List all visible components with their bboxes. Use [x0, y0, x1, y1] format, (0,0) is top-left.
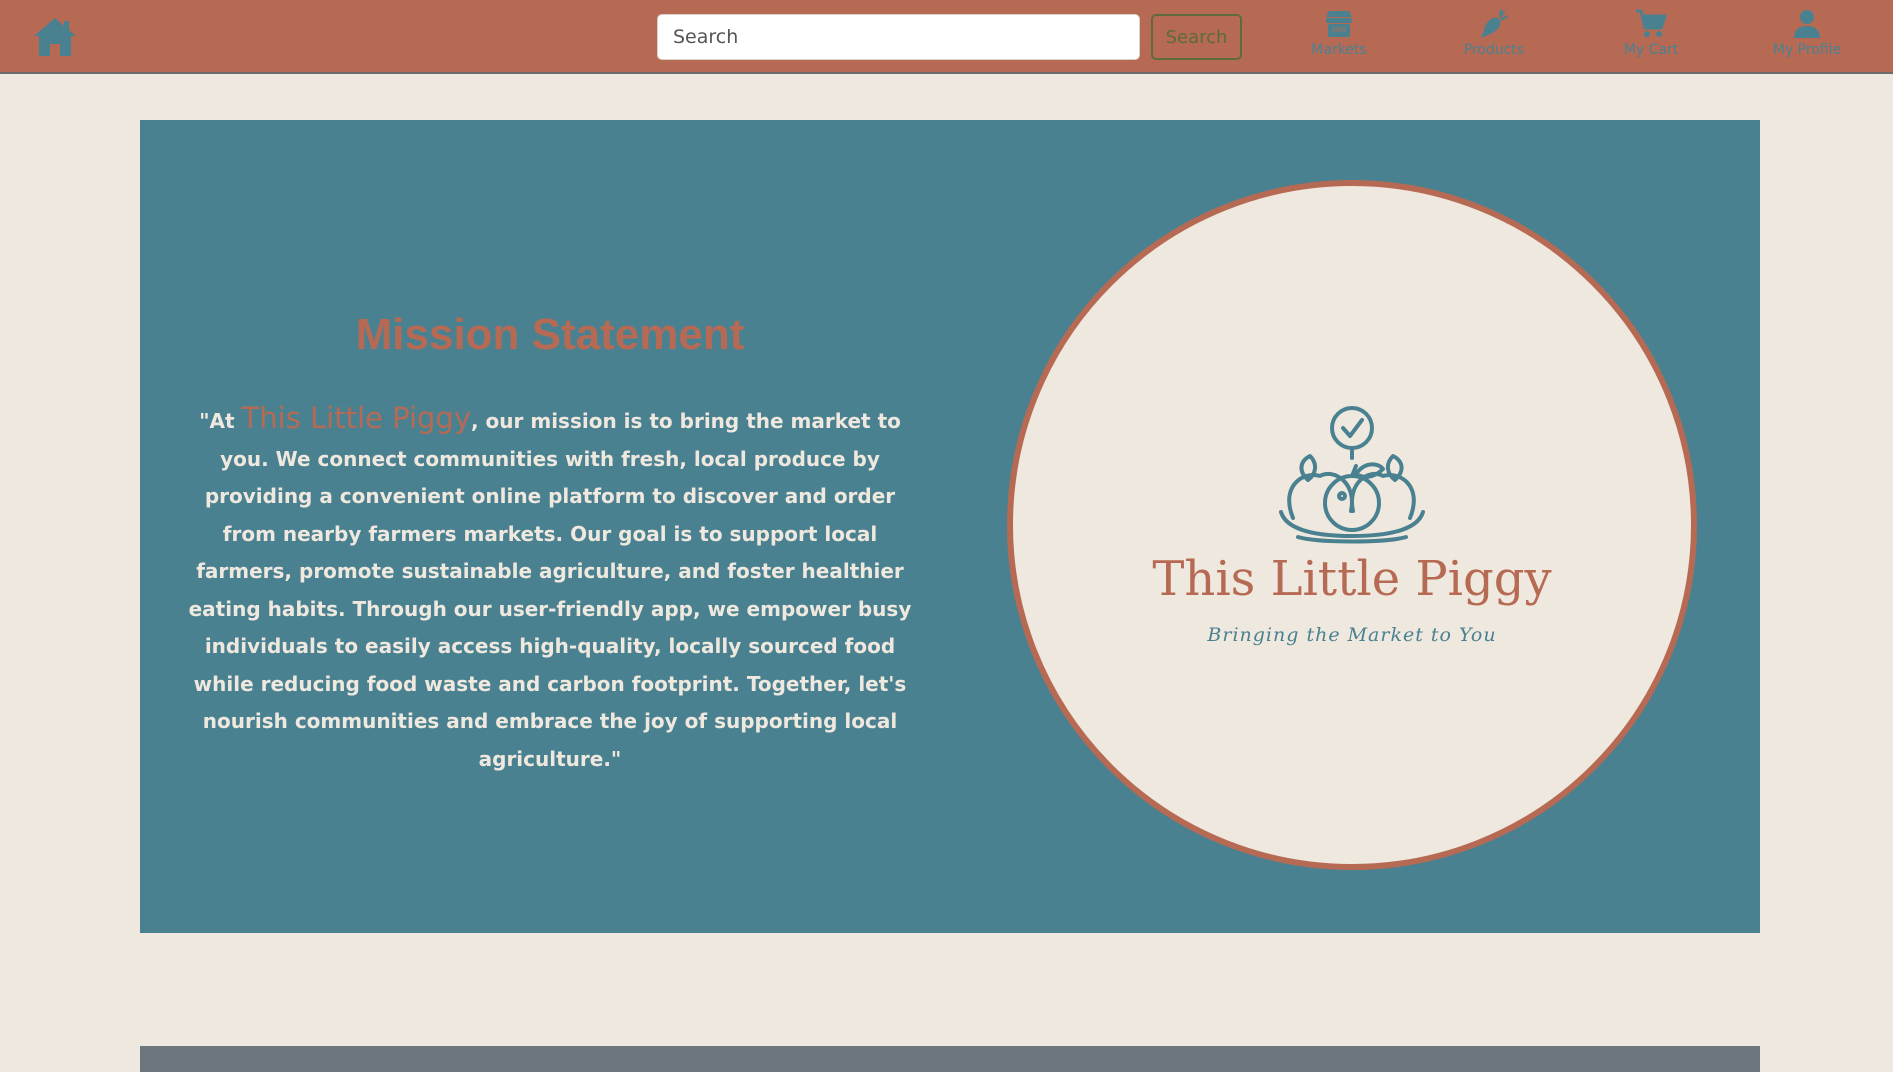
footer-strip	[140, 1046, 1760, 1072]
mission-quote-open: "At	[199, 409, 242, 433]
nav-markets[interactable]: Markets	[1289, 8, 1389, 66]
mission-body: , our mission is to bring the market to …	[188, 409, 912, 771]
nav-cart[interactable]: My Cart	[1601, 8, 1701, 66]
nav-profile-label: My Profile	[1772, 42, 1842, 58]
nav-markets-label: Markets	[1311, 42, 1367, 58]
fruit-basket-icon	[1279, 406, 1425, 544]
carrot-icon	[1481, 9, 1508, 38]
cart-icon	[1636, 9, 1667, 37]
nav-profile[interactable]: My Profile	[1757, 8, 1857, 66]
logo-circle: This Little Piggy Bringing the Market to…	[1007, 180, 1697, 870]
home-icon[interactable]	[32, 14, 78, 60]
logo-name: This Little Piggy	[1152, 551, 1551, 607]
top-navbar: Search Markets Products My Cart	[0, 0, 1893, 74]
mission-section: Mission Statement "At This Little Piggy,…	[140, 120, 1760, 933]
search-button[interactable]: Search	[1151, 14, 1242, 60]
logo-tagline: Bringing the Market to You	[1206, 624, 1496, 646]
search-input[interactable]	[657, 14, 1140, 60]
brand-name: This Little Piggy	[241, 401, 471, 435]
mission-title: Mission Statement	[355, 310, 745, 359]
store-icon	[1326, 11, 1352, 37]
nav-cart-label: My Cart	[1623, 42, 1679, 58]
nav-products-label: Products	[1463, 42, 1525, 58]
mission-text: "At This Little Piggy, our mission is to…	[180, 400, 920, 778]
user-icon	[1794, 10, 1820, 38]
logo-image: This Little Piggy Bringing the Market to…	[1152, 406, 1552, 646]
nav-products[interactable]: Products	[1444, 8, 1544, 66]
